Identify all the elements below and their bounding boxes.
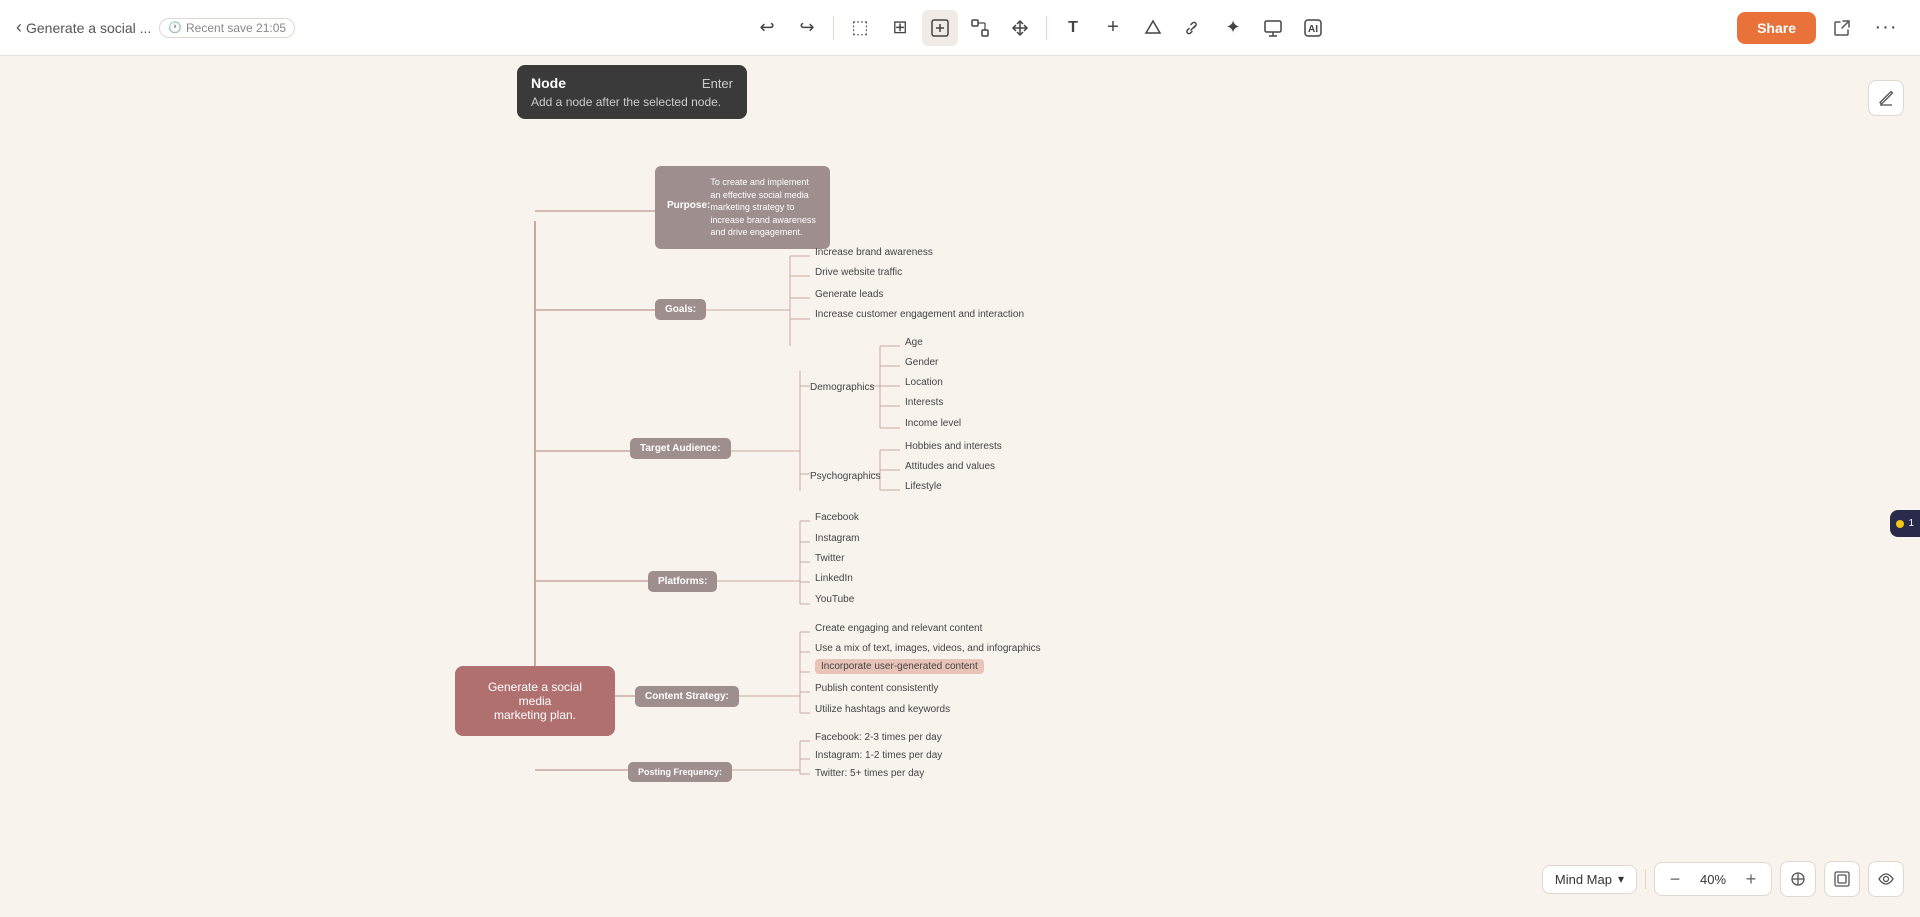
topbar-right: Share ··· xyxy=(1704,10,1904,46)
content-leaf-5[interactable]: Utilize hashtags and keywords xyxy=(815,704,950,715)
mindmap-connections xyxy=(0,56,1920,917)
content-leaf-4[interactable]: Publish content consistently xyxy=(815,683,938,694)
divider xyxy=(1645,869,1646,889)
tooltip-description: Add a node after the selected node. xyxy=(531,95,733,109)
posting-leaf-2[interactable]: Instagram: 1-2 times per day xyxy=(815,750,942,761)
zoom-in-button[interactable]: + xyxy=(1095,10,1131,46)
topbar: ‹ Generate a social ... 🕐 Recent save 21… xyxy=(0,0,1920,56)
save-info: 🕐 Recent save 21:05 xyxy=(159,18,295,38)
content-leaf-2[interactable]: Use a mix of text, images, videos, and i… xyxy=(815,643,1041,654)
zoom-out-button[interactable]: − xyxy=(1663,867,1687,891)
svg-text:AI: AI xyxy=(1308,24,1318,35)
psycho-leaf-lifestyle[interactable]: Lifestyle xyxy=(905,481,942,492)
select-tool-button[interactable]: ⬚ xyxy=(842,10,878,46)
share-button[interactable]: Share xyxy=(1737,12,1816,44)
target-audience-badge: Target Audience: xyxy=(630,438,731,459)
right-panel xyxy=(1868,80,1904,116)
link-tool-button[interactable] xyxy=(1175,10,1211,46)
edit-panel-button[interactable] xyxy=(1868,80,1904,116)
posting-frequency-node[interactable]: Posting Frequency: xyxy=(628,762,732,782)
platform-leaf-twitter[interactable]: Twitter xyxy=(815,553,844,564)
frame-tool-button[interactable]: ⊞ xyxy=(882,10,918,46)
posting-leaf-1[interactable]: Facebook: 2-3 times per day xyxy=(815,732,942,743)
demographics-node[interactable]: Demographics xyxy=(810,377,874,395)
platform-leaf-linkedin[interactable]: LinkedIn xyxy=(815,573,853,584)
goals-badge: Goals: xyxy=(655,299,706,320)
notification-label: 1 xyxy=(1908,518,1914,529)
eye-view-button[interactable] xyxy=(1868,861,1904,897)
connector-tool-button[interactable] xyxy=(962,10,998,46)
notification-badge[interactable]: 1 xyxy=(1890,510,1920,537)
zoom-controls: − 40% + xyxy=(1654,862,1772,896)
root-node-label: Generate a social media marketing plan. xyxy=(473,680,597,722)
fit-view-button[interactable] xyxy=(1824,861,1860,897)
demo-leaf-income[interactable]: Income level xyxy=(905,418,961,429)
sparkle-button[interactable]: ✦ xyxy=(1215,10,1251,46)
snap-to-grid-button[interactable] xyxy=(1780,861,1816,897)
map-type-label: Mind Map xyxy=(1555,872,1612,887)
tooltip-header: Node Enter xyxy=(531,75,733,91)
back-button[interactable]: ‹ Generate a social ... xyxy=(16,17,151,38)
ai-mode-button[interactable]: AI xyxy=(1295,10,1331,46)
doc-title: Generate a social ... xyxy=(26,20,151,36)
zoom-level-display: 40% xyxy=(1695,872,1731,887)
goals-leaf-3[interactable]: Generate leads xyxy=(815,289,883,300)
more-options-button[interactable]: ··· xyxy=(1868,10,1904,46)
purpose-node[interactable]: Purpose: To create and implement an effe… xyxy=(655,166,830,249)
canvas[interactable]: Generate a social media marketing plan. … xyxy=(0,56,1920,917)
demographics-label: Demographics xyxy=(810,382,874,393)
mindmap-container: Generate a social media marketing plan. … xyxy=(0,56,1920,917)
target-audience-node[interactable]: Target Audience: xyxy=(630,438,731,459)
add-node-button[interactable] xyxy=(922,10,958,46)
purpose-desc: To create and implement an effective soc… xyxy=(710,176,818,239)
content-leaf-3[interactable]: Incorporate user-generated content xyxy=(815,661,984,672)
save-label: Recent save 21:05 xyxy=(186,21,286,35)
move-tool-button[interactable] xyxy=(1002,10,1038,46)
content-leaf-1[interactable]: Create engaging and relevant content xyxy=(815,623,982,634)
chevron-down-icon: ▾ xyxy=(1618,872,1624,886)
topbar-left: ‹ Generate a social ... 🕐 Recent save 21… xyxy=(16,17,376,38)
content-strategy-node[interactable]: Content Strategy: xyxy=(635,686,739,707)
clock-icon: 🕐 xyxy=(168,21,182,34)
psychographics-node[interactable]: Psychographics xyxy=(810,466,881,484)
content-strategy-badge: Content Strategy: xyxy=(635,686,739,707)
undo-button[interactable]: ↩ xyxy=(749,10,785,46)
node-tooltip: Node Enter Add a node after the selected… xyxy=(517,65,747,119)
goals-leaf-1[interactable]: Increase brand awareness xyxy=(815,247,933,258)
map-type-selector[interactable]: Mind Map ▾ xyxy=(1542,865,1637,894)
zoom-in-button[interactable]: + xyxy=(1739,867,1763,891)
demo-leaf-location[interactable]: Location xyxy=(905,377,943,388)
tooltip-shortcut: Enter xyxy=(702,76,733,91)
text-tool-button[interactable]: T xyxy=(1055,10,1091,46)
goals-leaf-4[interactable]: Increase customer engagement and interac… xyxy=(815,309,1024,320)
toolbar-divider-2 xyxy=(1046,16,1047,40)
bottom-controls: Mind Map ▾ − 40% + xyxy=(1542,861,1904,897)
psycho-leaf-hobbies[interactable]: Hobbies and interests xyxy=(905,441,1002,452)
goals-leaf-2[interactable]: Drive website traffic xyxy=(815,267,902,278)
psychographics-label: Psychographics xyxy=(810,471,881,482)
redo-button[interactable]: ↪ xyxy=(789,10,825,46)
present-button[interactable] xyxy=(1255,10,1291,46)
psycho-leaf-attitudes[interactable]: Attitudes and values xyxy=(905,461,995,472)
demo-leaf-gender[interactable]: Gender xyxy=(905,357,938,368)
root-node[interactable]: Generate a social media marketing plan. xyxy=(455,666,615,736)
goals-node[interactable]: Goals: xyxy=(655,299,706,320)
platforms-badge: Platforms: xyxy=(648,571,717,592)
external-link-button[interactable] xyxy=(1824,10,1860,46)
platform-leaf-facebook[interactable]: Facebook xyxy=(815,512,859,523)
platforms-node[interactable]: Platforms: xyxy=(648,571,717,592)
back-chevron-icon: ‹ xyxy=(16,17,22,38)
purpose-label: Purpose: xyxy=(667,200,710,211)
posting-frequency-badge: Posting Frequency: xyxy=(628,762,732,782)
posting-leaf-3[interactable]: Twitter: 5+ times per day xyxy=(815,768,924,779)
demo-leaf-interests[interactable]: Interests xyxy=(905,397,943,408)
toolbar: ↩ ↪ ⬚ ⊞ T + xyxy=(376,10,1704,46)
shape-tool-button[interactable] xyxy=(1135,10,1171,46)
toolbar-divider-1 xyxy=(833,16,834,40)
demo-leaf-age[interactable]: Age xyxy=(905,337,923,348)
tooltip-title: Node xyxy=(531,75,566,91)
platform-leaf-youtube[interactable]: YouTube xyxy=(815,594,854,605)
platform-leaf-instagram[interactable]: Instagram xyxy=(815,533,859,544)
notification-dot xyxy=(1896,520,1904,528)
